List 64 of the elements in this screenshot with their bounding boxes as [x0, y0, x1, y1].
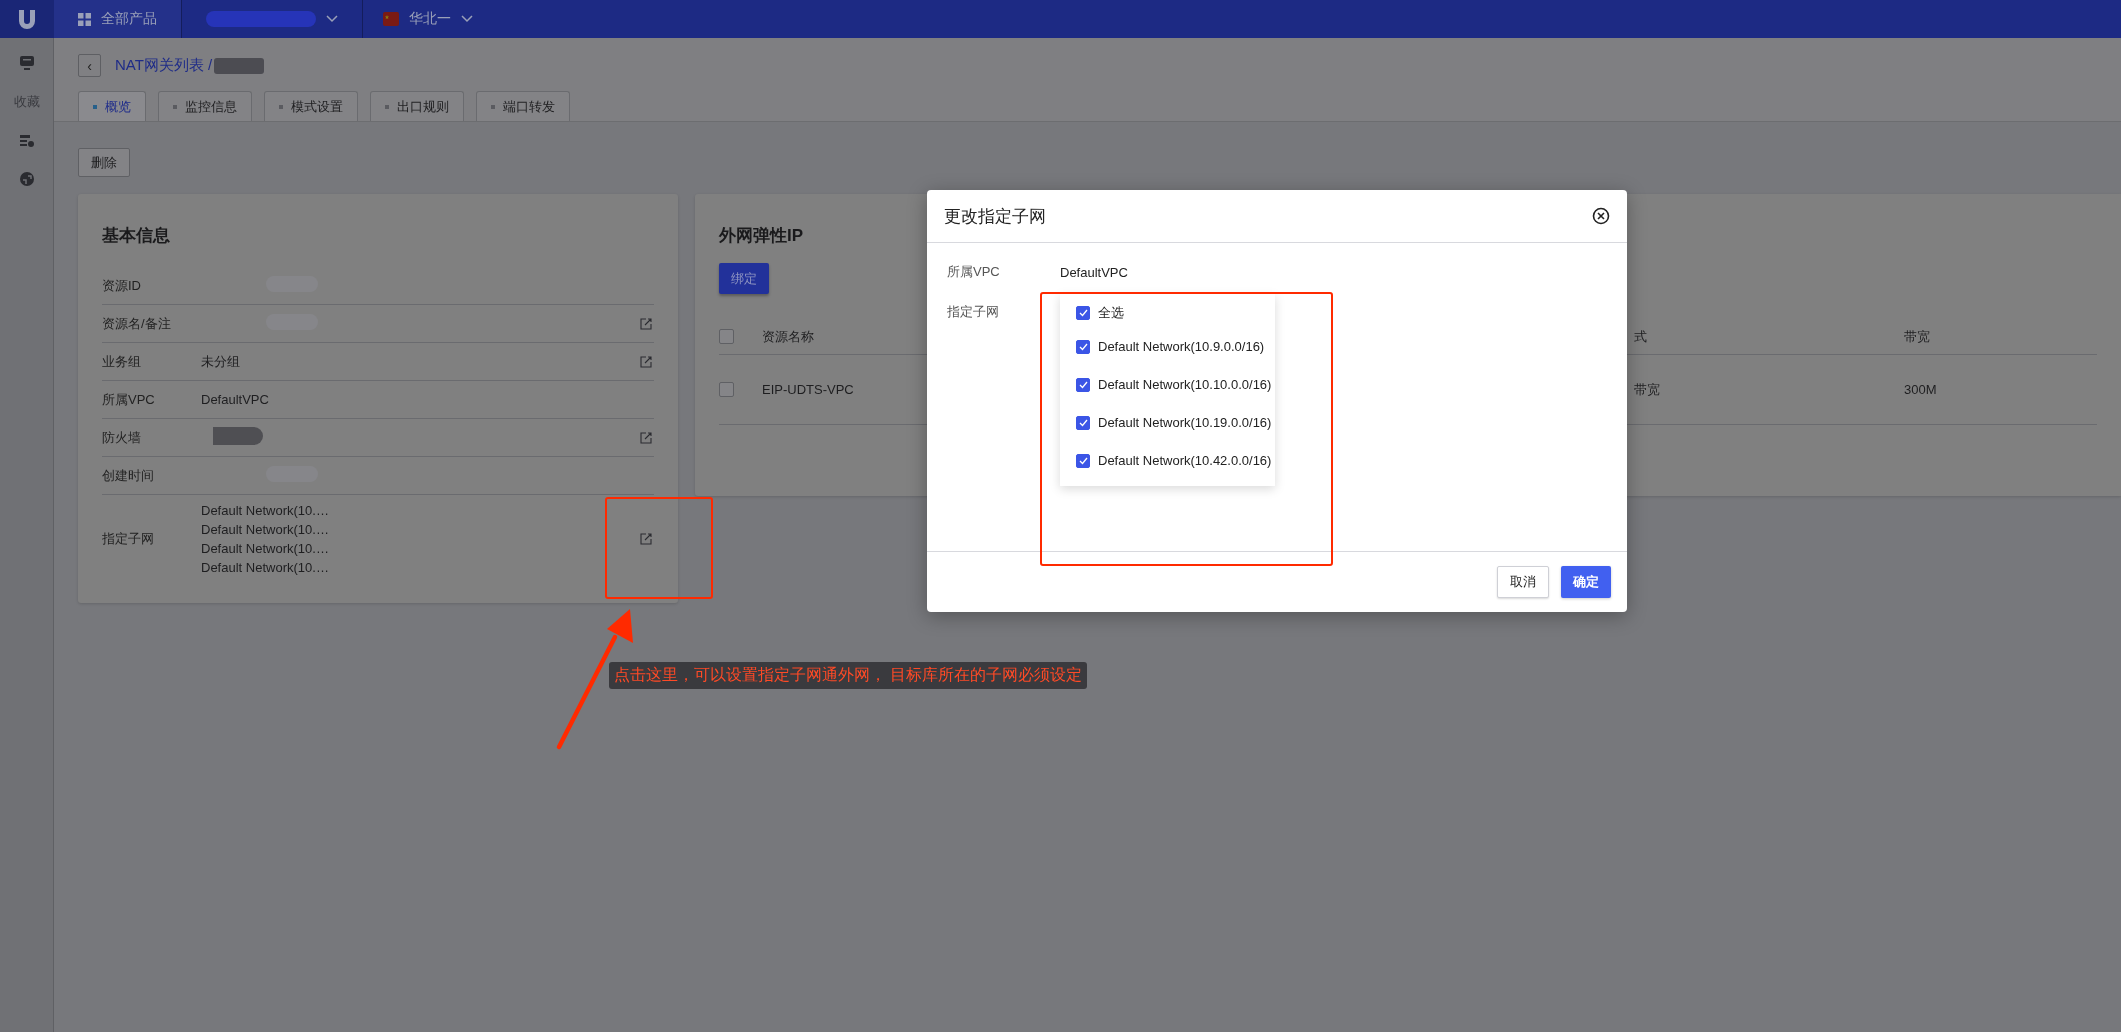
card-title: 基本信息: [102, 225, 171, 247]
field-value: Default Network(10.…: [201, 541, 330, 556]
table-cell: 带宽: [1634, 380, 1660, 399]
field-label: 创建时间: [102, 466, 155, 485]
checkbox[interactable]: [1076, 415, 1090, 430]
subnet-option[interactable]: Default Network(10.10.0.0/16): [1076, 377, 1275, 392]
table-cell: 300M: [1904, 382, 1937, 397]
tab[interactable]: 概览: [78, 91, 146, 121]
field-label: 防火墙: [102, 428, 142, 447]
field-label: 资源ID: [102, 276, 142, 295]
checkbox[interactable]: [1076, 306, 1090, 320]
card-title: 外网弹性IP: [719, 225, 805, 247]
tab[interactable]: 监控信息: [158, 91, 252, 121]
field-label: 资源名/备注: [102, 314, 172, 333]
field-label: 指定子网: [102, 530, 155, 548]
breadcrumb-link[interactable]: NAT网关列表 /: [115, 56, 213, 75]
edit-icon[interactable]: [640, 355, 652, 368]
confirm-button[interactable]: 确定: [1561, 566, 1611, 598]
tab[interactable]: 出口规则: [370, 91, 464, 121]
field-label: 所属VPC: [947, 263, 1001, 281]
tab[interactable]: 模式设置: [264, 91, 358, 121]
table-cell: EIP-UDTS-VPC: [762, 382, 854, 397]
field-label: 业务组: [102, 352, 142, 371]
redaction-mark: [214, 57, 265, 74]
dialog-title: 更改指定子网: [944, 205, 1046, 228]
bind-button[interactable]: 绑定: [719, 263, 769, 294]
checkbox[interactable]: [1076, 339, 1090, 354]
caret-icon: [461, 15, 473, 23]
tab[interactable]: 端口转发: [476, 91, 570, 121]
subnet-option[interactable]: Default Network(10.19.0.0/16): [1076, 415, 1275, 430]
caret-icon: [326, 15, 338, 23]
redaction-mark: [213, 427, 263, 445]
subnet-option[interactable]: Default Network(10.9.0.0/16): [1076, 339, 1275, 354]
checkbox[interactable]: [719, 329, 734, 344]
column-header: 式: [1634, 327, 1647, 346]
checkbox[interactable]: [1076, 377, 1090, 392]
field-value: DefaultVPC: [1060, 264, 1128, 280]
close-icon[interactable]: [1592, 207, 1610, 225]
subnet-option[interactable]: 全选: [1076, 304, 1275, 322]
field-value: Default Network(10.…: [201, 522, 330, 537]
edit-icon[interactable]: [640, 317, 652, 330]
subnet-option[interactable]: Default Network(10.42.0.0/16): [1076, 453, 1275, 468]
field-value: Default Network(10.…: [201, 503, 330, 518]
all-products-menu[interactable]: 全部产品: [54, 0, 181, 38]
checkbox[interactable]: [1076, 453, 1090, 468]
field-value: 未分组: [201, 353, 240, 369]
logo-icon[interactable]: [0, 0, 54, 38]
field-value: Default Network(10.…: [201, 560, 330, 575]
back-button[interactable]: ‹: [78, 54, 101, 77]
edit-icon[interactable]: [640, 431, 652, 444]
flag-icon: [383, 12, 399, 26]
checkbox[interactable]: [719, 382, 734, 397]
edit-icon[interactable]: [640, 533, 652, 545]
cancel-button[interactable]: 取消: [1497, 566, 1549, 598]
field-label: 指定子网: [947, 303, 1000, 321]
column-header: 资源名称: [762, 327, 814, 346]
annotation-text: 点击这里，可以设置指定子网通外网， 目标库所在的子网必须设定: [609, 662, 1088, 689]
grid-icon: [78, 12, 91, 26]
list-icon[interactable]: [18, 133, 35, 149]
monitor-icon[interactable]: [18, 55, 35, 71]
field-value: DefaultVPC: [201, 392, 269, 407]
field-label: 所属VPC: [102, 390, 156, 409]
column-header: 带宽: [1904, 327, 1930, 346]
delete-button[interactable]: 删除: [78, 148, 130, 177]
